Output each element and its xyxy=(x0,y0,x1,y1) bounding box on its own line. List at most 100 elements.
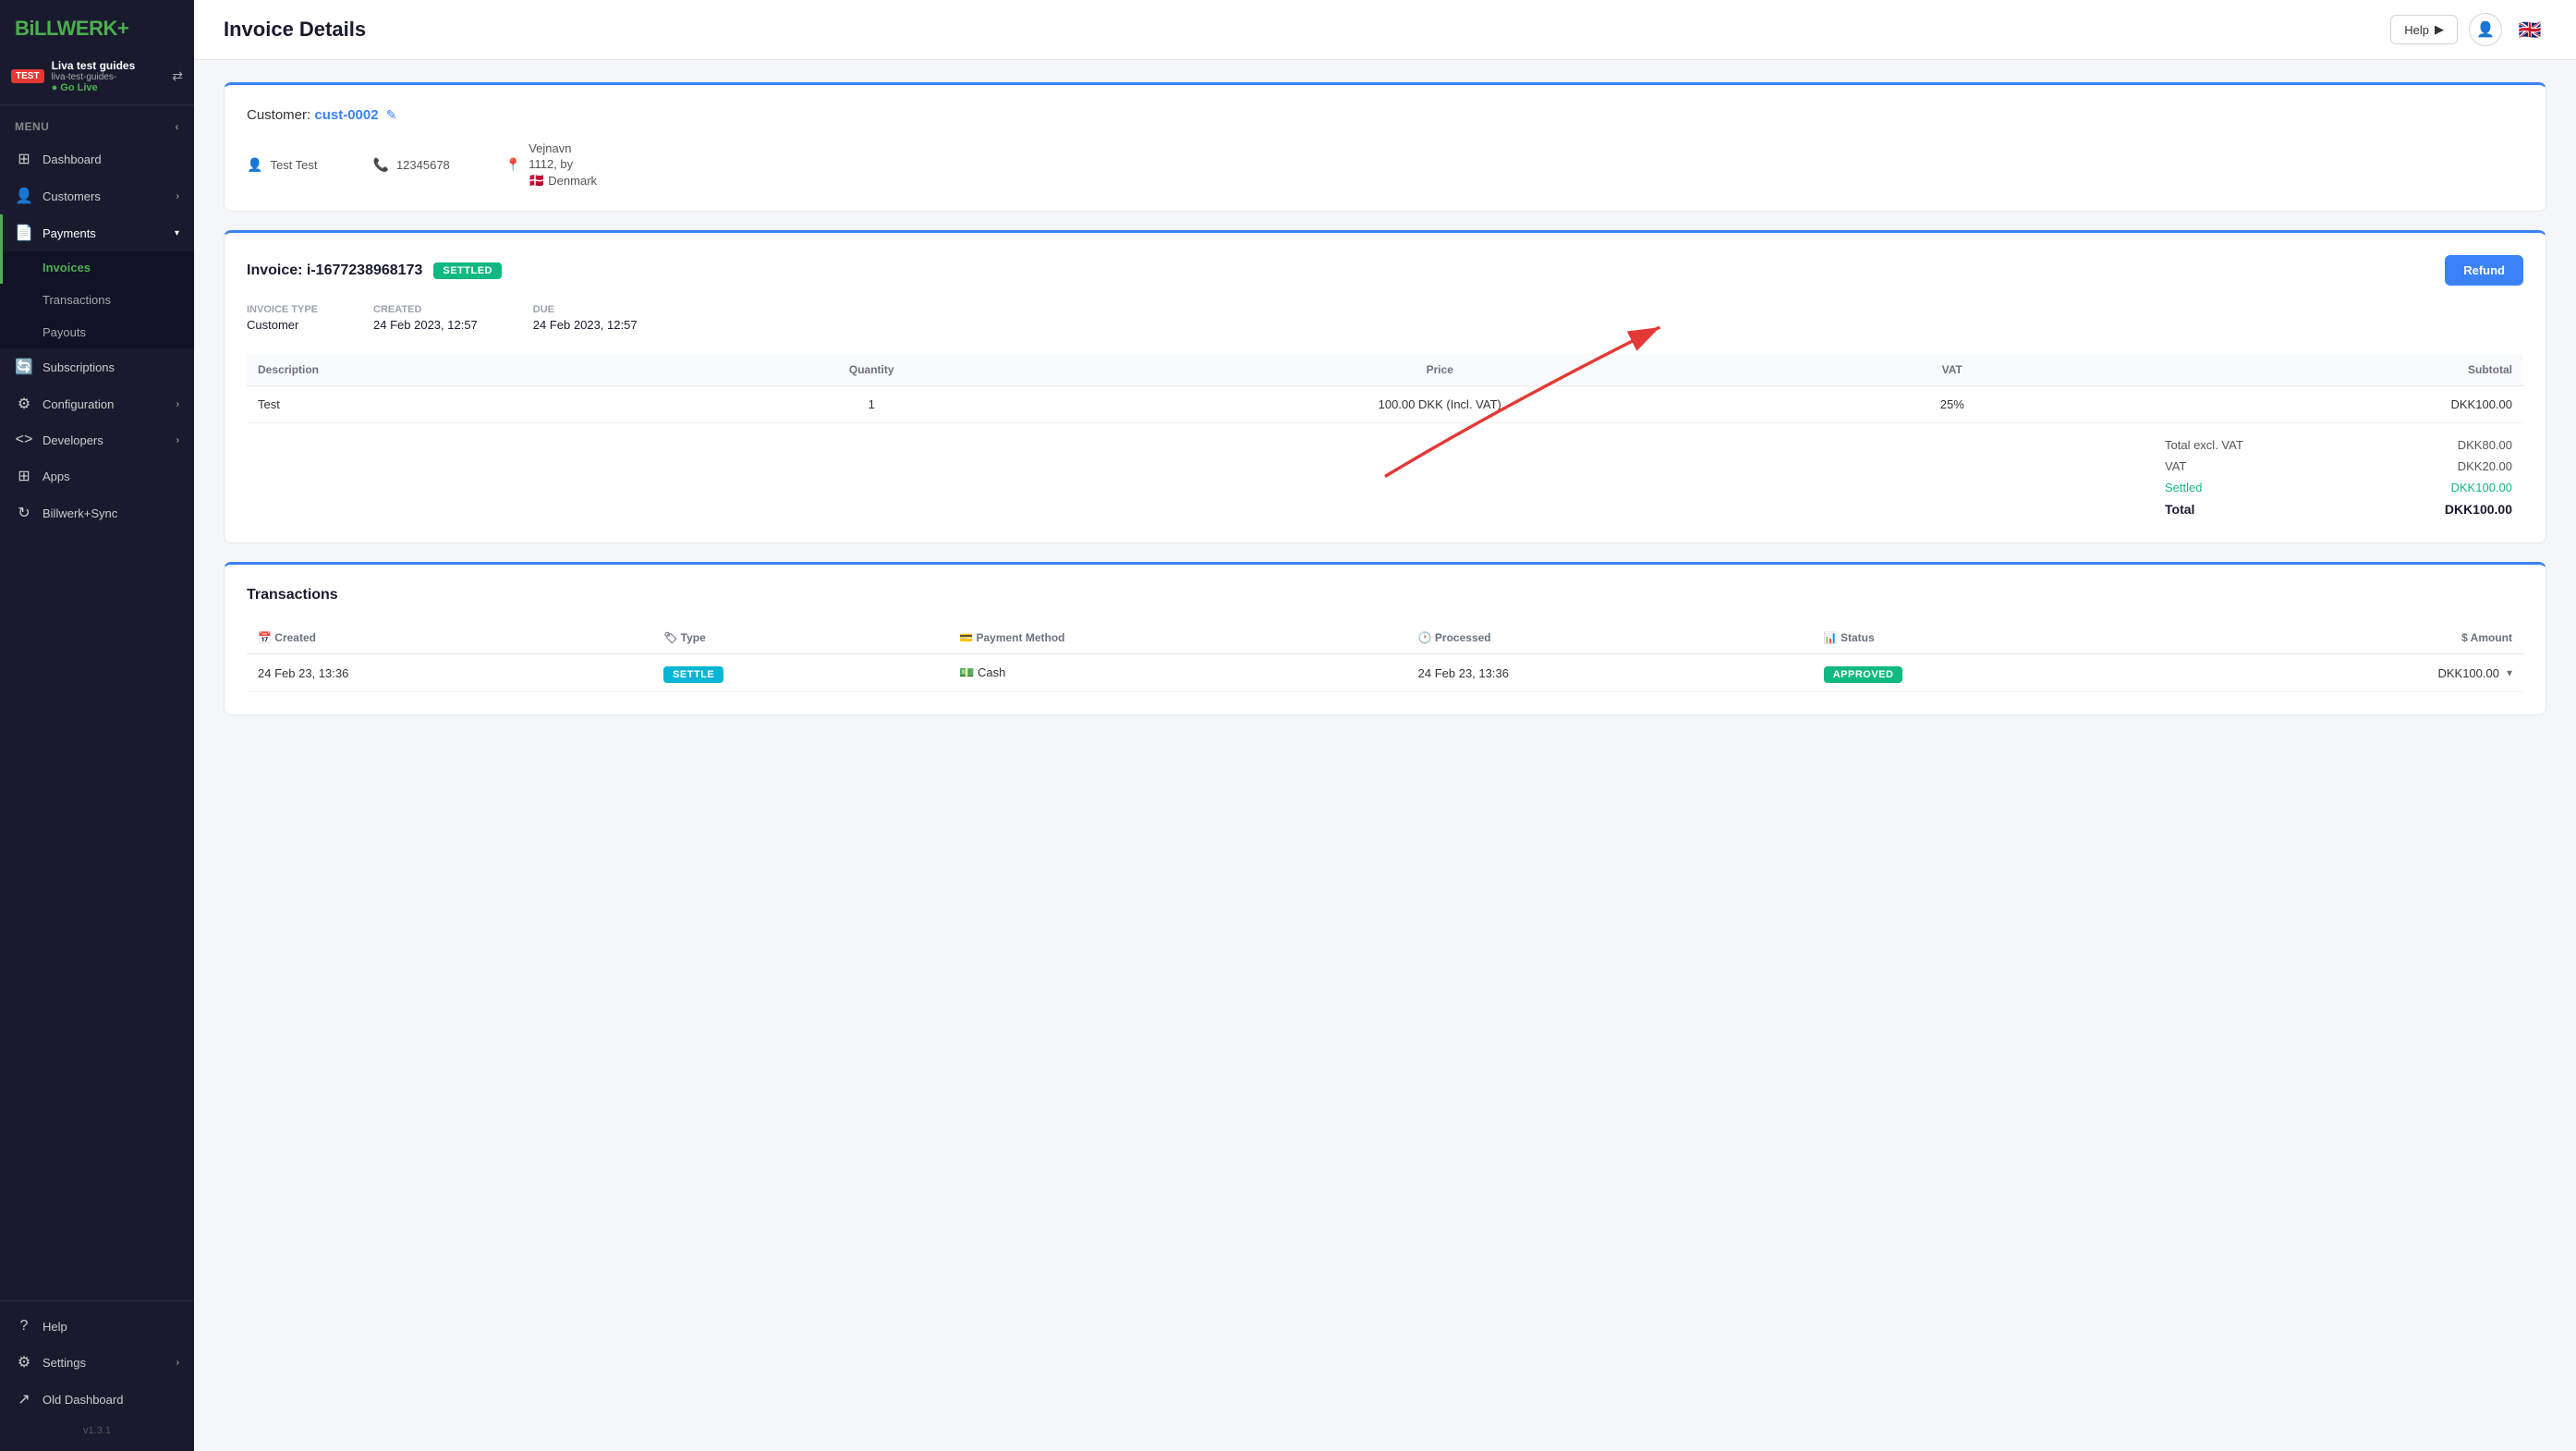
collapse-icon[interactable]: ‹ xyxy=(176,120,180,133)
go-live-link[interactable]: ● Go Live xyxy=(52,82,165,93)
invoice-meta: Invoice type Customer Created 24 Feb 202… xyxy=(247,304,2523,332)
vat-label: VAT xyxy=(2165,459,2186,473)
sidebar-item-old-dashboard[interactable]: ↗ Old Dashboard xyxy=(0,1381,194,1418)
sidebar-item-label: Payments xyxy=(43,226,96,240)
chevron-right-icon: › xyxy=(176,435,179,445)
invoice-table: Description Quantity Price VAT Subtotal … xyxy=(247,354,2523,423)
th-processed: 🕐 Processed xyxy=(1407,622,1813,654)
sidebar-item-label: Subscriptions xyxy=(43,360,115,374)
th-created: 📅 Created xyxy=(247,622,652,654)
chart-icon: 📊 xyxy=(1824,631,1841,644)
total-excl-vat-value: DKK80.00 xyxy=(2458,438,2512,452)
customer-card: Customer: cust-0002 ✎ 👤 Test Test 📞 1234… xyxy=(224,82,2546,212)
sidebar-item-transactions[interactable]: Transactions xyxy=(0,284,194,316)
customer-phone-item: 📞 12345678 xyxy=(373,141,450,189)
payments-icon: 📄 xyxy=(15,224,33,242)
help-button[interactable]: Help ▶ xyxy=(2390,15,2458,44)
sidebar-item-label: Help xyxy=(43,1320,67,1334)
go-live-label: Go Live xyxy=(60,82,97,93)
chevron-down-icon: ▾ xyxy=(175,228,179,238)
vat-row: VAT DKK20.00 xyxy=(2154,456,2523,477)
totals-section: Total excl. VAT DKK80.00 VAT DKK20.00 Se… xyxy=(247,434,2523,520)
sidebar-item-invoices[interactable]: Invoices xyxy=(0,251,194,284)
address-line2: 1112, by xyxy=(529,157,597,171)
account-info: Liva test guides liva-test-guides- ● Go … xyxy=(52,59,165,93)
sidebar-item-label: Apps xyxy=(43,469,70,483)
user-icon: 👤 xyxy=(2476,20,2495,39)
country-name: Denmark xyxy=(548,174,597,188)
invoice-created-label: Created xyxy=(373,304,478,315)
account-section: TEST Liva test guides liva-test-guides- … xyxy=(0,52,194,105)
language-flag-button[interactable]: 🇬🇧 xyxy=(2513,13,2546,46)
customer-label: Customer: xyxy=(247,107,310,123)
refund-button[interactable]: Refund xyxy=(2445,255,2523,286)
row-vat: 25% xyxy=(1829,386,2076,423)
customers-icon: 👤 xyxy=(15,187,33,205)
sidebar-item-help[interactable]: ? Help xyxy=(0,1309,194,1344)
invoice-type-value: Customer xyxy=(247,318,318,332)
row-description: Test xyxy=(247,386,692,423)
country-row: 🇩🇰 Denmark xyxy=(529,173,597,189)
menu-label: Menu xyxy=(15,120,49,133)
table-row: Test 1 100.00 DKK (Incl. VAT) 25% DKK100… xyxy=(247,386,2523,423)
help-button-label: Help xyxy=(2404,23,2429,37)
customer-info: 👤 Test Test 📞 12345678 📍 Vejnavn 1112, b… xyxy=(247,141,2523,189)
content-area: Customer: cust-0002 ✎ 👤 Test Test 📞 1234… xyxy=(194,60,2576,738)
invoice-due-value: 24 Feb 2023, 12:57 xyxy=(533,318,638,332)
sidebar-item-apps[interactable]: ⊞ Apps xyxy=(0,457,194,494)
user-icon-button[interactable]: 👤 xyxy=(2469,13,2502,46)
col-subtotal: Subtotal xyxy=(2076,354,2523,386)
sidebar: BiLLWERK+ TEST Liva test guides liva-tes… xyxy=(0,0,194,1451)
card-icon: 💳 xyxy=(959,631,976,644)
sidebar-item-billwerk-sync[interactable]: ↻ Billwerk+Sync xyxy=(0,494,194,531)
address-block: Vejnavn 1112, by 🇩🇰 Denmark xyxy=(529,141,597,189)
chevron-down-icon[interactable]: ▾ xyxy=(2507,666,2512,679)
sidebar-item-payments[interactable]: 📄 Payments ▾ xyxy=(0,214,194,251)
invoice-label-text: Invoice: xyxy=(247,262,307,278)
settled-row: Settled DKK100.00 xyxy=(2154,477,2523,498)
invoice-created-value: 24 Feb 2023, 12:57 xyxy=(373,318,478,332)
th-payment-method: 💳 Payment Method xyxy=(948,622,1406,654)
settle-badge: SETTLE xyxy=(663,666,723,683)
transaction-processed: 24 Feb 23, 13:36 xyxy=(1407,654,1813,692)
sidebar-item-configuration[interactable]: ⚙ Configuration › xyxy=(0,385,194,422)
arrow-right-icon: ▶ xyxy=(2435,22,2444,37)
edit-icon[interactable]: ✎ xyxy=(386,107,397,122)
sidebar-item-label: Dashboard xyxy=(43,152,102,166)
external-link-icon: ↗ xyxy=(15,1390,33,1408)
invoice-id: i-1677238968173 xyxy=(307,262,422,278)
row-price: 100.00 DKK (Incl. VAT) xyxy=(1051,386,1829,423)
uk-flag-icon: 🇬🇧 xyxy=(2519,18,2542,42)
phone-icon: 📞 xyxy=(373,157,389,173)
sidebar-item-developers[interactable]: <> Developers › xyxy=(0,422,194,457)
go-live-icon: ● xyxy=(52,82,61,93)
configuration-icon: ⚙ xyxy=(15,395,33,413)
invoice-card: Invoice: i-1677238968173 SETTLED Refund … xyxy=(224,230,2546,543)
person-icon: 👤 xyxy=(247,157,262,173)
customer-header: Customer: cust-0002 ✎ xyxy=(247,107,2523,123)
swap-icon[interactable]: ⇄ xyxy=(172,68,183,84)
sidebar-item-settings[interactable]: ⚙ Settings › xyxy=(0,1344,194,1381)
chevron-right-icon: › xyxy=(176,399,179,409)
payments-submenu: Invoices Transactions Payouts xyxy=(0,251,194,348)
invoice-created-item: Created 24 Feb 2023, 12:57 xyxy=(373,304,478,332)
customer-phone: 12345678 xyxy=(396,158,450,172)
customer-address-item: 📍 Vejnavn 1112, by 🇩🇰 Denmark xyxy=(505,141,597,189)
customer-id-link[interactable]: cust-0002 xyxy=(314,107,378,123)
transactions-title: Transactions xyxy=(247,587,2523,604)
dashboard-icon: ⊞ xyxy=(15,150,33,168)
tag-icon: 🏷 xyxy=(663,631,681,644)
invoice-due-label: Due xyxy=(533,304,638,315)
sidebar-item-payouts[interactable]: Payouts xyxy=(0,316,194,348)
sidebar-sub-label: Invoices xyxy=(43,261,91,274)
apps-icon: ⊞ xyxy=(15,467,33,485)
sidebar-item-customers[interactable]: 👤 Customers › xyxy=(0,177,194,214)
sidebar-item-dashboard[interactable]: ⊞ Dashboard xyxy=(0,140,194,177)
sidebar-item-subscriptions[interactable]: 🔄 Subscriptions xyxy=(0,348,194,385)
table-row: 24 Feb 23, 13:36 SETTLE 💵 Cash 24 Feb 23… xyxy=(247,654,2523,692)
transaction-created: 24 Feb 23, 13:36 xyxy=(247,654,652,692)
invoice-due-item: Due 24 Feb 2023, 12:57 xyxy=(533,304,638,332)
col-description: Description xyxy=(247,354,692,386)
row-quantity: 1 xyxy=(692,386,1051,423)
dollar-icon: $ xyxy=(2461,631,2471,644)
